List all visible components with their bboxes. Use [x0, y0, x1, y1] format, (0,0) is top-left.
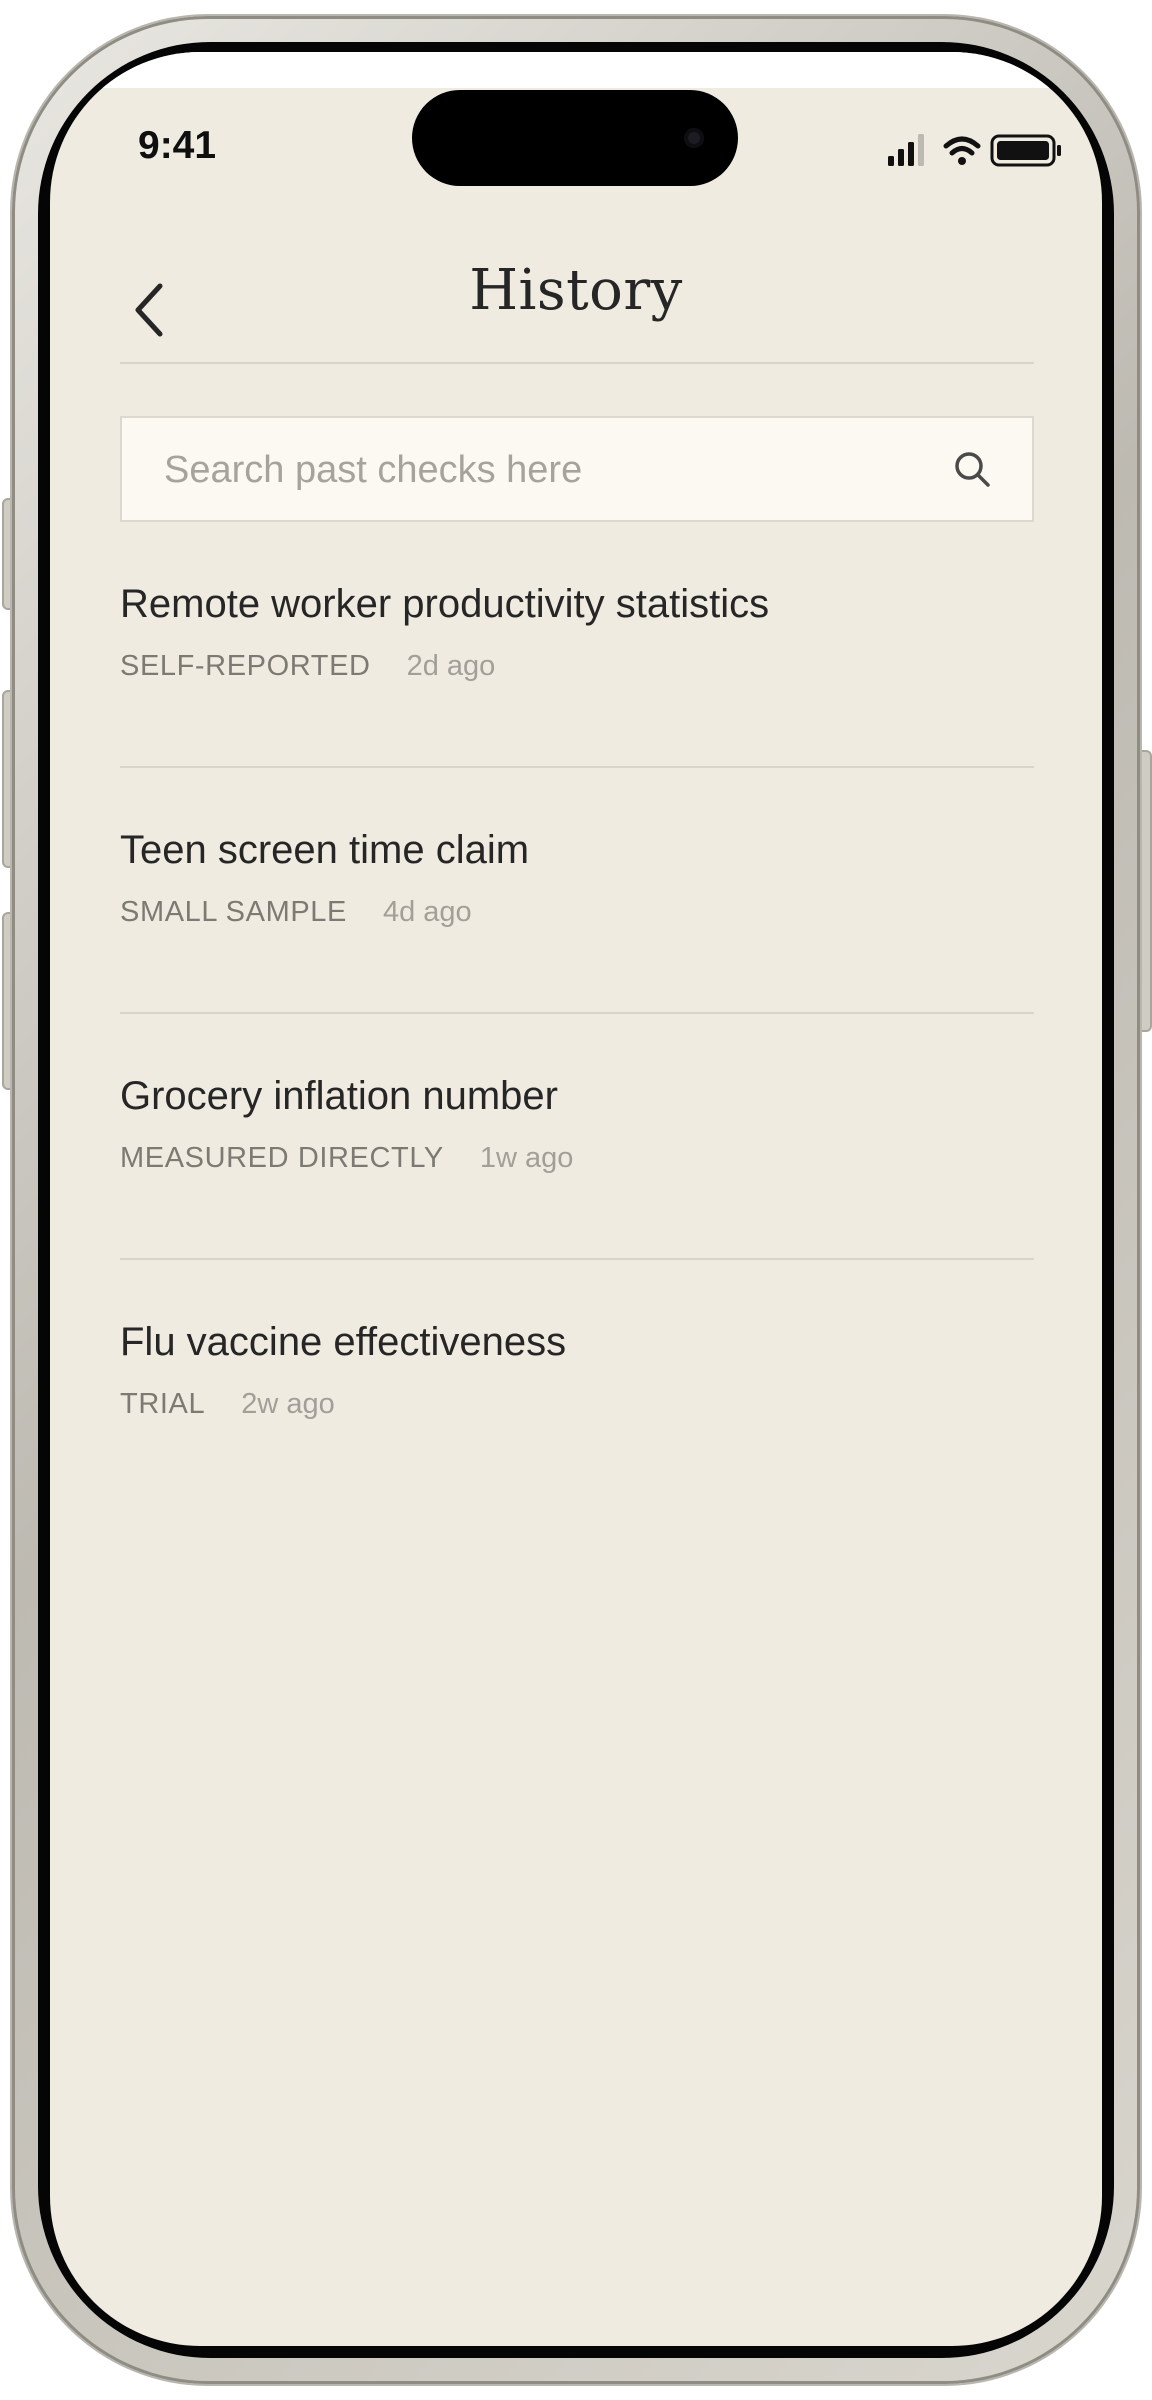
history-item[interactable]: Flu vaccine effectiveness TRIAL 2w ago	[120, 1260, 1034, 1504]
history-list: Remote worker productivity statistics SE…	[120, 522, 1034, 1504]
screen: 9:41 History Search past checks here Rem…	[50, 52, 1102, 2346]
search-box[interactable]	[120, 416, 1034, 522]
history-item[interactable]: Teen screen time claim SMALL SAMPLE 4d ag…	[120, 768, 1034, 1014]
history-item-meta: SMALL SAMPLE 4d ago	[120, 896, 472, 929]
battery-icon	[990, 134, 1061, 167]
history-item[interactable]: Remote worker productivity statistics SE…	[120, 522, 1034, 768]
history-item-title: Flu vaccine effectiveness	[120, 1320, 567, 1364]
status-time: 9:41	[138, 124, 217, 167]
search-icon[interactable]	[952, 449, 992, 489]
dynamic-island	[412, 90, 738, 186]
camera-icon	[684, 128, 704, 148]
history-item-time: 2w ago	[241, 1388, 335, 1420]
status-icons	[888, 130, 1068, 170]
evidence-tag: MEASURED DIRECTLY	[120, 1142, 444, 1174]
evidence-tag: SMALL SAMPLE	[120, 896, 347, 928]
history-item-meta: SELF-REPORTED 2d ago	[120, 650, 495, 683]
search-input[interactable]	[162, 418, 926, 522]
evidence-tag: TRIAL	[120, 1388, 206, 1420]
history-item-time: 4d ago	[382, 896, 472, 928]
history-item-meta: TRIAL 2w ago	[120, 1388, 335, 1421]
screen-top-strip	[50, 52, 1102, 88]
history-item-time: 2d ago	[406, 650, 496, 682]
history-item-time: 1w ago	[479, 1142, 574, 1174]
history-item-title: Teen screen time claim	[120, 828, 530, 872]
history-item-title: Remote worker productivity statistics	[120, 582, 770, 626]
history-item-title: Grocery inflation number	[120, 1074, 558, 1118]
page-title: History	[469, 258, 683, 323]
header-divider	[120, 362, 1034, 364]
cellular-signal-icon	[888, 134, 924, 166]
evidence-tag: SELF-REPORTED	[120, 650, 371, 682]
history-item[interactable]: Grocery inflation number MEASURED DIRECT…	[120, 1014, 1034, 1260]
wifi-icon	[943, 136, 981, 165]
history-item-meta: MEASURED DIRECTLY 1w ago	[120, 1142, 573, 1175]
